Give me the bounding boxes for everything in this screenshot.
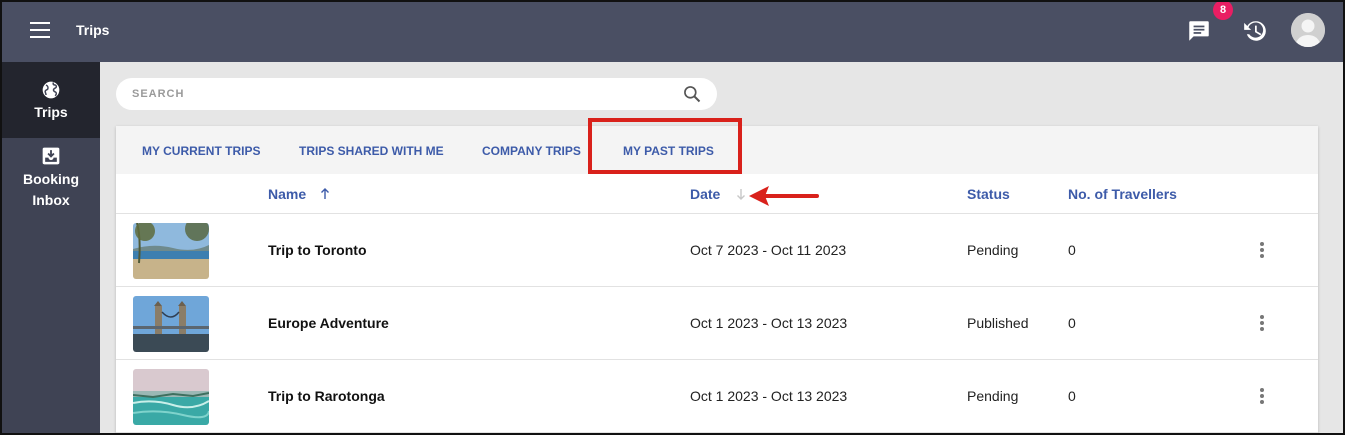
trip-name[interactable]: Trip to Toronto xyxy=(268,242,367,258)
trip-name[interactable]: Europe Adventure xyxy=(268,315,389,331)
inbox-icon xyxy=(42,147,60,165)
column-header-name[interactable]: Name xyxy=(268,186,330,202)
sidebar-item-label: Trips xyxy=(34,104,68,120)
avatar[interactable] xyxy=(1291,13,1325,47)
table-row[interactable]: Europe Adventure Oct 1 2023 - Oct 13 202… xyxy=(116,287,1318,360)
trip-date: Oct 1 2023 - Oct 13 2023 xyxy=(690,388,848,404)
sidebar-item-label: Booking Inbox xyxy=(23,171,79,208)
column-header-travellers[interactable]: No. of Travellers xyxy=(1068,186,1177,202)
tab-bar: MY CURRENT TRIPS TRIPS SHARED WITH ME CO… xyxy=(116,118,1318,174)
trip-thumbnail-image xyxy=(133,296,209,352)
column-header-date-label: Date xyxy=(690,186,721,202)
trips-card: MY CURRENT TRIPS TRIPS SHARED WITH ME CO… xyxy=(116,118,1318,433)
trip-status: Published xyxy=(967,315,1029,331)
trip-thumbnail-image xyxy=(133,369,209,425)
more-vert-icon[interactable] xyxy=(1252,313,1272,333)
menu-icon[interactable] xyxy=(30,22,50,38)
search-input[interactable] xyxy=(132,78,672,110)
trip-date: Oct 7 2023 - Oct 11 2023 xyxy=(690,242,847,258)
more-vert-icon[interactable] xyxy=(1252,386,1272,406)
trip-status: Pending xyxy=(967,388,1019,404)
trip-status: Pending xyxy=(967,242,1019,258)
column-header-date[interactable]: Date xyxy=(690,186,746,202)
user-icon xyxy=(1291,13,1325,47)
trip-travellers-count: 0 xyxy=(1068,315,1076,331)
search-icon[interactable] xyxy=(682,84,702,104)
globe-icon xyxy=(42,81,60,99)
more-vert-icon[interactable] xyxy=(1252,240,1272,260)
table-row[interactable]: Trip to Toronto Oct 7 2023 - Oct 11 2023… xyxy=(116,214,1318,287)
notification-badge: 8 xyxy=(1213,2,1233,20)
column-header-name-label: Name xyxy=(268,186,307,202)
tab-trips-shared-with-me[interactable]: TRIPS SHARED WITH ME xyxy=(299,144,444,158)
chat-icon[interactable] xyxy=(1186,18,1212,44)
trip-date: Oct 1 2023 - Oct 13 2023 xyxy=(690,315,848,331)
trip-name[interactable]: Trip to Rarotonga xyxy=(268,388,385,404)
history-icon[interactable] xyxy=(1242,18,1268,44)
table-row[interactable]: Trip to Rarotonga Oct 1 2023 - Oct 13 20… xyxy=(116,360,1318,433)
tab-my-current-trips[interactable]: MY CURRENT TRIPS xyxy=(142,144,260,158)
arrow-up-icon xyxy=(321,188,330,199)
annotation-arrow-icon xyxy=(749,186,819,206)
search-bar xyxy=(116,78,717,110)
app-window: Trips 8 Trips Booking Inbox SEARCH MY CU… xyxy=(0,0,1345,435)
arrow-down-icon xyxy=(737,189,746,200)
column-header-status[interactable]: Status xyxy=(967,186,1010,202)
sidebar: Trips Booking Inbox xyxy=(2,62,100,433)
sidebar-item-booking-inbox[interactable]: Booking Inbox xyxy=(2,138,100,218)
top-bar: Trips 8 xyxy=(2,2,1343,62)
annotation-highlight-box xyxy=(588,118,742,174)
trip-thumbnail-image xyxy=(133,223,209,279)
page-title: Trips xyxy=(76,22,110,38)
trip-travellers-count: 0 xyxy=(1068,388,1076,404)
sidebar-item-trips[interactable]: Trips xyxy=(2,62,100,138)
tab-company-trips[interactable]: COMPANY TRIPS xyxy=(482,144,581,158)
table-header: Name Date Status No. of Travellers xyxy=(116,174,1318,214)
trip-travellers-count: 0 xyxy=(1068,242,1076,258)
